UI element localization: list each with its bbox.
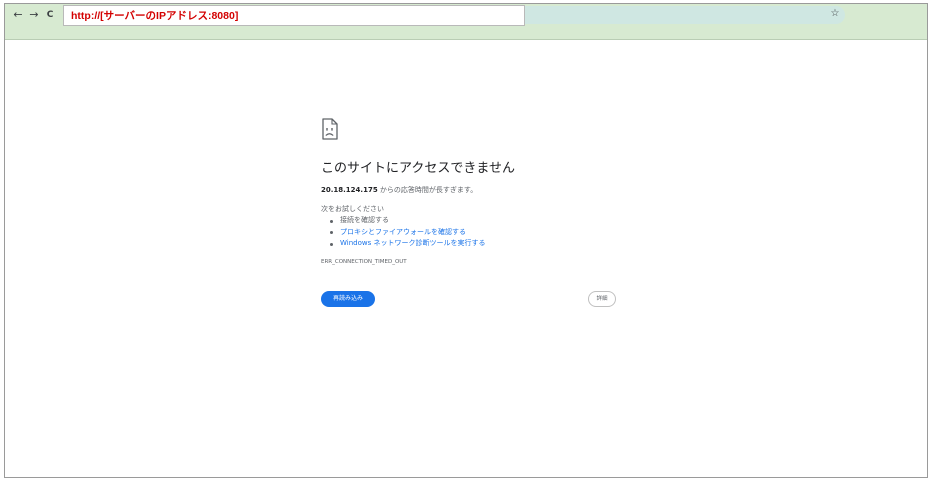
run-network-diagnostics-link[interactable]: Windows ネットワーク診断ツールを実行する (340, 239, 485, 247)
address-annotation: http://[サーバーのIPアドレス:8080] (63, 5, 525, 26)
reload-button[interactable]: 再読み込み (321, 291, 375, 307)
reload-icon[interactable]: C (43, 8, 57, 22)
check-proxy-firewall-link[interactable]: プロキシとファイアウォールを確認する (340, 228, 466, 236)
suggestion-run-diagnostics: Windows ネットワーク診断ツールを実行する (321, 238, 485, 250)
suggestion-check-connection: 接続を確認する (321, 215, 485, 227)
suggestion-check-proxy-firewall: プロキシとファイアウォールを確認する (321, 227, 485, 239)
forward-arrow-icon[interactable]: → (27, 8, 41, 22)
suggestions-list: 接続を確認する プロキシとファイアウォールを確認する Windows ネットワー… (321, 215, 485, 250)
browser-toolbar: ← → C http://[サーバーのIPアドレス:8080] ☆ (5, 4, 927, 40)
suggestions-heading: 次をお試しください (321, 205, 384, 213)
error-subtitle: 20.18.124.175 からの応答時間が長すぎます。 (321, 186, 477, 195)
error-code: ERR_CONNECTION_TIMED_OUT (321, 259, 407, 265)
details-button[interactable]: 詳細 (588, 291, 616, 307)
sad-page-icon (322, 118, 338, 140)
server-host: 20.18.124.175 (321, 186, 378, 194)
error-title: このサイトにアクセスできません (321, 161, 515, 176)
error-subtitle-text: からの応答時間が長すぎます。 (377, 186, 478, 194)
browser-window: ← → C http://[サーバーのIPアドレス:8080] ☆ このサイトに… (4, 3, 928, 478)
back-arrow-icon[interactable]: ← (11, 8, 25, 22)
bookmark-star-icon[interactable]: ☆ (829, 8, 841, 20)
